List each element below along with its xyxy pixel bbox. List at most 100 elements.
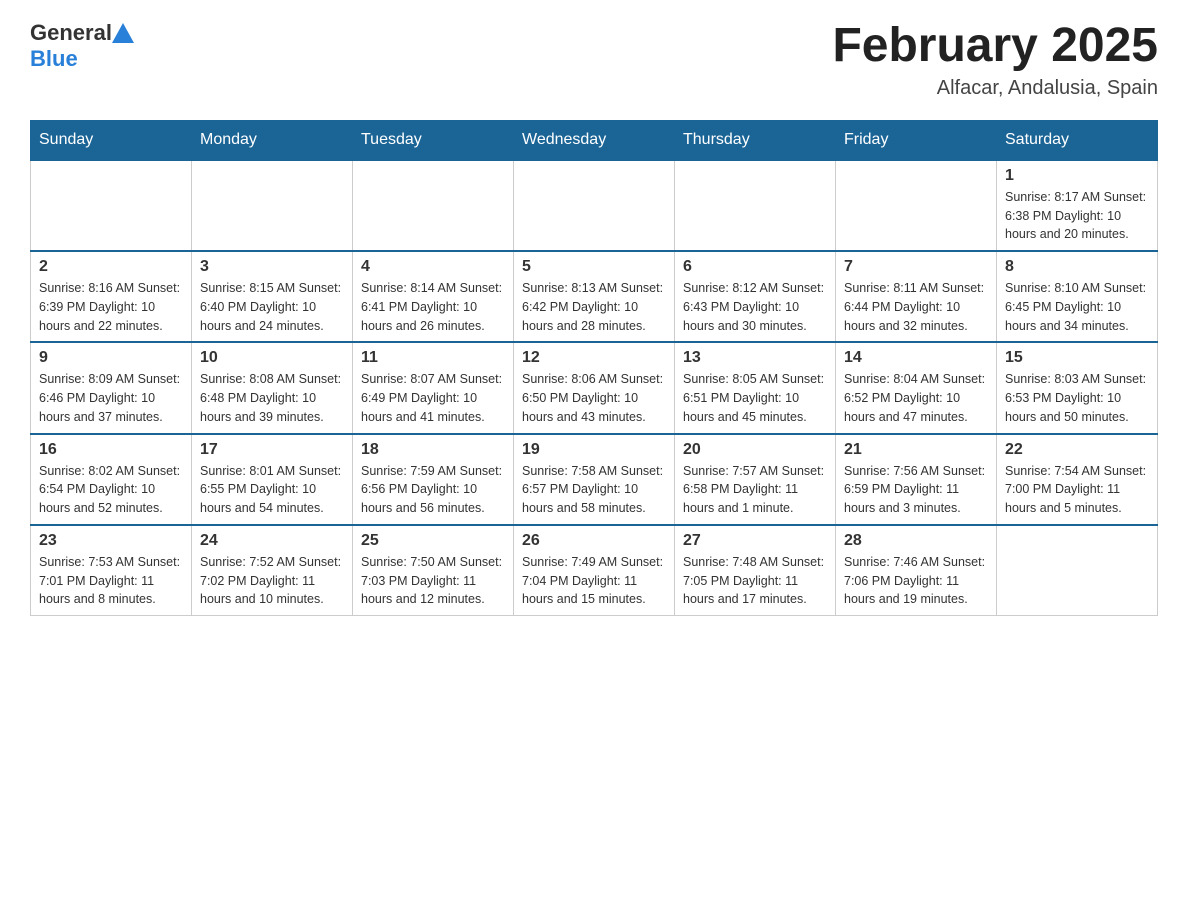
day-info: Sunrise: 8:01 AM Sunset: 6:55 PM Dayligh… (200, 462, 344, 518)
day-number: 9 (39, 349, 183, 367)
day-info: Sunrise: 8:07 AM Sunset: 6:49 PM Dayligh… (361, 370, 505, 426)
day-number: 8 (1005, 258, 1149, 276)
day-info: Sunrise: 8:15 AM Sunset: 6:40 PM Dayligh… (200, 279, 344, 335)
calendar-table: Sunday Monday Tuesday Wednesday Thursday… (30, 120, 1158, 616)
day-info: Sunrise: 8:05 AM Sunset: 6:51 PM Dayligh… (683, 370, 827, 426)
day-number: 18 (361, 441, 505, 459)
calendar-week-2: 9 Sunrise: 8:09 AM Sunset: 6:46 PM Daylig… (31, 342, 1158, 433)
calendar-cell: 19 Sunrise: 7:58 AM Sunset: 6:57 PM Dayli… (514, 434, 675, 525)
header-monday: Monday (192, 120, 353, 160)
day-number: 19 (522, 441, 666, 459)
day-info: Sunrise: 7:58 AM Sunset: 6:57 PM Dayligh… (522, 462, 666, 518)
day-number: 11 (361, 349, 505, 367)
calendar-cell (31, 160, 192, 251)
calendar-cell: 16 Sunrise: 8:02 AM Sunset: 6:54 PM Dayli… (31, 434, 192, 525)
day-number: 14 (844, 349, 988, 367)
day-number: 3 (200, 258, 344, 276)
day-info: Sunrise: 7:49 AM Sunset: 7:04 PM Dayligh… (522, 553, 666, 609)
calendar-week-1: 2 Sunrise: 8:16 AM Sunset: 6:39 PM Daylig… (31, 251, 1158, 342)
day-number: 23 (39, 532, 183, 550)
day-number: 5 (522, 258, 666, 276)
calendar-title-area: February 2025 Alfacar, Andalusia, Spain (832, 20, 1158, 100)
calendar-cell (353, 160, 514, 251)
day-info: Sunrise: 8:10 AM Sunset: 6:45 PM Dayligh… (1005, 279, 1149, 335)
day-number: 13 (683, 349, 827, 367)
day-number: 15 (1005, 349, 1149, 367)
day-info: Sunrise: 8:09 AM Sunset: 6:46 PM Dayligh… (39, 370, 183, 426)
calendar-cell: 24 Sunrise: 7:52 AM Sunset: 7:02 PM Dayli… (192, 525, 353, 616)
header-thursday: Thursday (675, 120, 836, 160)
day-info: Sunrise: 8:16 AM Sunset: 6:39 PM Dayligh… (39, 279, 183, 335)
day-number: 16 (39, 441, 183, 459)
calendar-cell: 4 Sunrise: 8:14 AM Sunset: 6:41 PM Daylig… (353, 251, 514, 342)
calendar-cell: 6Sunrise: 8:12 AM Sunset: 6:43 PM Daylig… (675, 251, 836, 342)
header-sunday: Sunday (31, 120, 192, 160)
calendar-cell: 10 Sunrise: 8:08 AM Sunset: 6:48 PM Dayli… (192, 342, 353, 433)
calendar-cell: 20 Sunrise: 7:57 AM Sunset: 6:58 PM Dayli… (675, 434, 836, 525)
day-number: 1 (1005, 167, 1149, 185)
day-info: Sunrise: 7:50 AM Sunset: 7:03 PM Dayligh… (361, 553, 505, 609)
day-info: Sunrise: 7:46 AM Sunset: 7:06 PM Dayligh… (844, 553, 988, 609)
day-info: Sunrise: 7:56 AM Sunset: 6:59 PM Dayligh… (844, 462, 988, 518)
calendar-cell: 13 Sunrise: 8:05 AM Sunset: 6:51 PM Dayli… (675, 342, 836, 433)
calendar-cell: 18 Sunrise: 7:59 AM Sunset: 6:56 PM Dayli… (353, 434, 514, 525)
logo-blue-text: Blue (30, 46, 78, 71)
calendar-cell (836, 160, 997, 251)
day-number: 6 (683, 258, 827, 276)
day-number: 7 (844, 258, 988, 276)
logo-general-text: General (30, 20, 112, 46)
day-number: 2 (39, 258, 183, 276)
calendar-week-3: 16 Sunrise: 8:02 AM Sunset: 6:54 PM Dayli… (31, 434, 1158, 525)
day-info: Sunrise: 7:57 AM Sunset: 6:58 PM Dayligh… (683, 462, 827, 518)
calendar-cell: 25 Sunrise: 7:50 AM Sunset: 7:03 PM Dayli… (353, 525, 514, 616)
logo-triangle-icon (112, 23, 134, 43)
day-info: Sunrise: 7:54 AM Sunset: 7:00 PM Dayligh… (1005, 462, 1149, 518)
calendar-cell: 2 Sunrise: 8:16 AM Sunset: 6:39 PM Daylig… (31, 251, 192, 342)
day-number: 4 (361, 258, 505, 276)
day-info: Sunrise: 8:02 AM Sunset: 6:54 PM Dayligh… (39, 462, 183, 518)
day-info: Sunrise: 7:48 AM Sunset: 7:05 PM Dayligh… (683, 553, 827, 609)
day-info: Sunrise: 8:04 AM Sunset: 6:52 PM Dayligh… (844, 370, 988, 426)
calendar-cell: 7 Sunrise: 8:11 AM Sunset: 6:44 PM Daylig… (836, 251, 997, 342)
calendar-cell: 1 Sunrise: 8:17 AM Sunset: 6:38 PM Daylig… (997, 160, 1158, 251)
day-number: 28 (844, 532, 988, 550)
day-info: Sunrise: 7:53 AM Sunset: 7:01 PM Dayligh… (39, 553, 183, 609)
calendar-cell: 21 Sunrise: 7:56 AM Sunset: 6:59 PM Dayli… (836, 434, 997, 525)
day-number: 26 (522, 532, 666, 550)
header-friday: Friday (836, 120, 997, 160)
day-number: 25 (361, 532, 505, 550)
calendar-cell: 17 Sunrise: 8:01 AM Sunset: 6:55 PM Dayli… (192, 434, 353, 525)
calendar-cell (675, 160, 836, 251)
calendar-cell: 12 Sunrise: 8:06 AM Sunset: 6:50 PM Dayli… (514, 342, 675, 433)
calendar-week-0: 1 Sunrise: 8:17 AM Sunset: 6:38 PM Daylig… (31, 160, 1158, 251)
day-info: Sunrise: 8:14 AM Sunset: 6:41 PM Dayligh… (361, 279, 505, 335)
logo: General Blue (30, 20, 134, 72)
day-number: 10 (200, 349, 344, 367)
day-number: 24 (200, 532, 344, 550)
day-info: Sunrise: 7:52 AM Sunset: 7:02 PM Dayligh… (200, 553, 344, 609)
day-info: Sunrise: 8:11 AM Sunset: 6:44 PM Dayligh… (844, 279, 988, 335)
calendar-week-4: 23 Sunrise: 7:53 AM Sunset: 7:01 PM Dayli… (31, 525, 1158, 616)
day-info: Sunrise: 7:59 AM Sunset: 6:56 PM Dayligh… (361, 462, 505, 518)
day-number: 21 (844, 441, 988, 459)
day-number: 27 (683, 532, 827, 550)
calendar-cell: 14 Sunrise: 8:04 AM Sunset: 6:52 PM Dayli… (836, 342, 997, 433)
day-info: Sunrise: 8:03 AM Sunset: 6:53 PM Dayligh… (1005, 370, 1149, 426)
day-number: 17 (200, 441, 344, 459)
calendar-cell (192, 160, 353, 251)
calendar-cell: 8 Sunrise: 8:10 AM Sunset: 6:45 PM Daylig… (997, 251, 1158, 342)
day-info: Sunrise: 8:06 AM Sunset: 6:50 PM Dayligh… (522, 370, 666, 426)
day-number: 12 (522, 349, 666, 367)
calendar-header-row: Sunday Monday Tuesday Wednesday Thursday… (31, 120, 1158, 160)
day-number: 22 (1005, 441, 1149, 459)
calendar-cell: 3 Sunrise: 8:15 AM Sunset: 6:40 PM Daylig… (192, 251, 353, 342)
day-info: Sunrise: 8:08 AM Sunset: 6:48 PM Dayligh… (200, 370, 344, 426)
day-info: Sunrise: 8:17 AM Sunset: 6:38 PM Dayligh… (1005, 188, 1149, 244)
calendar-cell: 9 Sunrise: 8:09 AM Sunset: 6:46 PM Daylig… (31, 342, 192, 433)
day-number: 20 (683, 441, 827, 459)
calendar-cell: 15 Sunrise: 8:03 AM Sunset: 6:53 PM Dayli… (997, 342, 1158, 433)
header-tuesday: Tuesday (353, 120, 514, 160)
calendar-cell: 28 Sunrise: 7:46 AM Sunset: 7:06 PM Dayli… (836, 525, 997, 616)
calendar-subtitle: Alfacar, Andalusia, Spain (832, 77, 1158, 100)
calendar-cell: 26 Sunrise: 7:49 AM Sunset: 7:04 PM Dayli… (514, 525, 675, 616)
